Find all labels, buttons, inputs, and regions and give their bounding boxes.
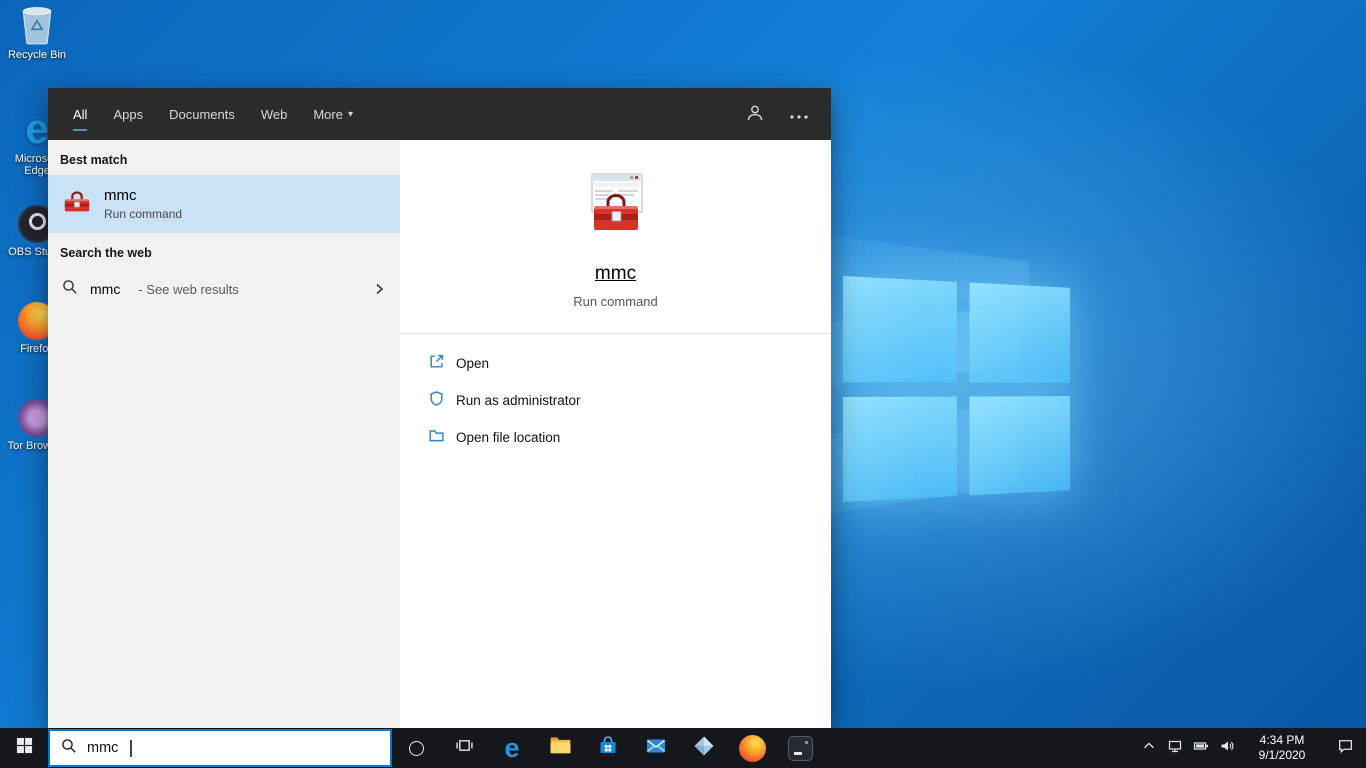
- taskbar-file-explorer-button[interactable]: [536, 728, 584, 768]
- firefox-icon: [738, 734, 766, 762]
- mail-icon: [644, 734, 668, 763]
- tab-all[interactable]: All: [60, 88, 100, 140]
- action-center-button[interactable]: [1324, 728, 1366, 768]
- taskbar-edge-button[interactable]: e: [488, 728, 536, 768]
- desktop-icon-recycle-bin[interactable]: Recycle Bin: [5, 4, 69, 61]
- desktop-icon-label: Recycle Bin: [7, 49, 67, 61]
- start-button[interactable]: [0, 728, 48, 768]
- windows-start-icon: [16, 737, 33, 759]
- best-match-subtitle: Run command: [104, 207, 183, 221]
- app-icon: [692, 734, 716, 763]
- mmc-toolbox-icon: [62, 187, 92, 222]
- preview-subtitle: Run command: [573, 294, 658, 309]
- windows-logo-pane: [969, 282, 1070, 383]
- text-cursor: [130, 739, 132, 757]
- cortana-icon: [408, 740, 424, 756]
- search-results-column: Best match mmc Run command Search the we…: [48, 140, 400, 728]
- chevron-up-icon: [1142, 739, 1156, 758]
- task-view-button[interactable]: [440, 728, 488, 768]
- search-web-header: Search the web: [60, 246, 152, 260]
- search-icon: [61, 738, 77, 759]
- microsoft-store-icon: [596, 734, 620, 763]
- windows-logo-pane: [843, 276, 957, 382]
- taskbar-terminal-button[interactable]: [776, 728, 824, 768]
- web-search-query: mmc: [90, 281, 121, 297]
- clock-time: 4:34 PM: [1259, 733, 1305, 747]
- folder-icon: [428, 427, 445, 447]
- tab-documents[interactable]: Documents: [156, 88, 248, 140]
- tab-web[interactable]: Web: [248, 88, 301, 140]
- chevron-right-icon: [372, 282, 386, 296]
- web-search-result[interactable]: mmc - See web results: [48, 268, 400, 310]
- file-explorer-icon: [548, 733, 573, 763]
- tab-apps[interactable]: Apps: [100, 88, 156, 140]
- network-tray-button[interactable]: [1162, 728, 1188, 768]
- chevron-down-icon: ▾: [347, 108, 353, 120]
- windows-logo-pane: [969, 395, 1070, 496]
- person-icon: [745, 103, 765, 126]
- more-options-button[interactable]: [783, 98, 815, 130]
- action-open-file-location[interactable]: Open file location: [428, 427, 831, 447]
- best-match-result[interactable]: mmc Run command: [48, 175, 400, 233]
- preview-title: mmc: [594, 263, 637, 284]
- mmc-icon-large: [578, 168, 654, 249]
- taskbar-app-button[interactable]: [680, 728, 728, 768]
- volume-icon: [1219, 738, 1235, 759]
- taskbar-search-box[interactable]: [48, 729, 392, 767]
- edge-icon: e: [504, 732, 520, 763]
- action-center-icon: [1337, 737, 1354, 759]
- preview-pane: mmc Run command Open Run as administrato…: [400, 140, 831, 728]
- action-run-as-admin[interactable]: Run as administrator: [428, 390, 831, 410]
- clock-date: 9/1/2020: [1258, 748, 1306, 762]
- volume-tray-button[interactable]: [1214, 728, 1240, 768]
- search-tab-bar: All Apps Documents Web More ▾: [48, 88, 831, 140]
- network-icon: [1167, 738, 1183, 759]
- tray-overflow-button[interactable]: [1136, 728, 1162, 768]
- search-flyout: All Apps Documents Web More ▾ Best match…: [48, 88, 831, 728]
- taskbar-firefox-button[interactable]: [728, 728, 776, 768]
- battery-icon: [1193, 738, 1209, 759]
- windows-logo-pane: [843, 396, 957, 502]
- search-icon: [62, 279, 78, 300]
- command-prompt-icon: [787, 735, 813, 761]
- edge-icon: e: [25, 105, 49, 152]
- ellipsis-icon: [790, 107, 808, 122]
- system-tray: 4:34 PM 9/1/2020: [1136, 728, 1366, 768]
- account-button[interactable]: [739, 98, 771, 130]
- taskbar-clock[interactable]: 4:34 PM 9/1/2020: [1246, 733, 1318, 763]
- web-search-suffix: - See web results: [138, 281, 239, 297]
- taskbar-mail-button[interactable]: [632, 728, 680, 768]
- best-match-header: Best match: [60, 153, 128, 167]
- windows-logo: [843, 276, 1070, 502]
- recycle-bin-icon: [18, 4, 56, 46]
- search-input[interactable]: [87, 740, 120, 756]
- taskbar: e: [0, 728, 1366, 768]
- cortana-button[interactable]: [392, 728, 440, 768]
- battery-tray-button[interactable]: [1188, 728, 1214, 768]
- best-match-title: mmc: [104, 187, 137, 204]
- taskbar-store-button[interactable]: [584, 728, 632, 768]
- tab-more[interactable]: More ▾: [300, 88, 366, 140]
- action-open[interactable]: Open: [428, 353, 831, 373]
- shield-icon: [428, 390, 445, 410]
- open-icon: [428, 353, 445, 373]
- task-view-icon: [455, 737, 473, 759]
